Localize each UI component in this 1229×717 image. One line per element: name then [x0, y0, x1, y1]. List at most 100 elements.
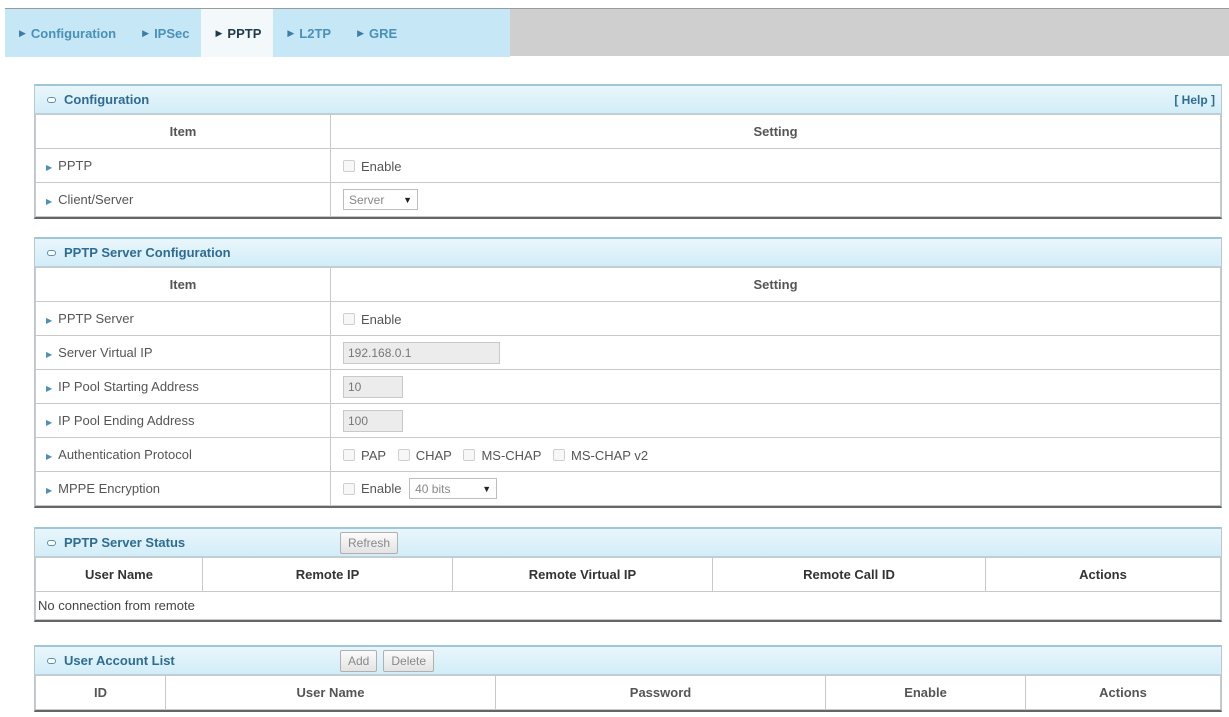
- bullet-arrow-icon: ▶: [46, 163, 53, 172]
- server-status-table: User Name Remote IP Remote Virtual IP Re…: [35, 557, 1221, 620]
- row-setting: Enable 40 bits ▼: [330, 471, 1221, 506]
- column-header-id: ID: [35, 675, 166, 710]
- row-setting: Server ▼: [330, 182, 1221, 217]
- column-header-remote-virtual-ip: Remote Virtual IP: [452, 557, 713, 592]
- column-header-actions: Actions: [1025, 675, 1221, 710]
- table-row: ▶ PPTP Server Enable: [35, 301, 1221, 336]
- server-configuration-table: Item Setting ▶ PPTP Server Enable ▶ Server…: [35, 267, 1221, 506]
- mppe-enable-checkbox[interactable]: [343, 482, 355, 495]
- column-header-user-name: User Name: [165, 675, 496, 710]
- checkbox-label: CHAP: [415, 447, 452, 463]
- panel-header: Configuration [ Help ]: [35, 84, 1221, 114]
- caret-right-icon: ▶: [142, 27, 150, 38]
- table-row: ▶ MPPE Encryption Enable 40 bits ▼: [35, 471, 1221, 506]
- pptp-enable-checkbox[interactable]: [343, 160, 355, 173]
- pptp-server-status-panel: PPTP Server Status Refresh User Name Rem…: [34, 527, 1222, 622]
- panel-title: PPTP Server Configuration: [64, 245, 231, 260]
- bullet-arrow-icon: ▶: [46, 350, 53, 359]
- row-label: ▶ IP Pool Ending Address: [35, 403, 331, 438]
- row-setting: PAP CHAP MS-CHAP MS-CHAP v2: [330, 437, 1221, 472]
- row-label: ▶ Server Virtual IP: [35, 335, 331, 370]
- row-setting: Enable: [330, 148, 1221, 183]
- column-header-setting: Setting: [330, 114, 1221, 149]
- table-row: ▶ PPTP Enable: [35, 148, 1221, 183]
- bullet-arrow-icon: ▶: [46, 452, 53, 461]
- configuration-panel: Configuration [ Help ] Item Setting ▶ PPT…: [34, 84, 1222, 219]
- panel-actions: Add Delete: [340, 650, 435, 672]
- tab-ipsec[interactable]: ▶ IPSec: [128, 9, 201, 57]
- help-link[interactable]: [ Help ]: [1174, 93, 1215, 107]
- caret-right-icon: ▶: [287, 27, 295, 38]
- collapse-icon[interactable]: [47, 539, 56, 546]
- tab-label: Configuration: [30, 25, 117, 41]
- delete-button[interactable]: Delete: [383, 650, 435, 672]
- checkbox-label: Enable: [361, 481, 402, 496]
- table-row: ▶ IP Pool Starting Address 10: [35, 369, 1221, 404]
- add-button[interactable]: Add: [340, 650, 378, 672]
- configuration-table: Item Setting ▶ PPTP Enable ▶ Client/Server…: [35, 114, 1221, 217]
- collapse-icon[interactable]: [47, 96, 56, 103]
- checkbox-label: Enable: [361, 311, 402, 327]
- ms-chap-checkbox[interactable]: [463, 449, 476, 462]
- pptp-server-configuration-panel: PPTP Server Configuration Item Setting ▶…: [34, 237, 1222, 508]
- tab-label: L2TP: [299, 25, 332, 41]
- caret-right-icon: ▶: [215, 27, 223, 38]
- row-label: ▶ PPTP: [35, 148, 331, 183]
- caret-right-icon: ▶: [357, 27, 365, 38]
- column-header-user-name: User Name: [35, 557, 203, 592]
- panel-actions: Refresh: [340, 532, 399, 554]
- checkbox-label: MS-CHAP v2: [571, 447, 649, 463]
- bullet-arrow-icon: ▶: [46, 316, 53, 325]
- tab-l2tp[interactable]: ▶ L2TP: [273, 9, 343, 57]
- table-row: ▶ Server Virtual IP 192.168.0.1: [35, 335, 1221, 370]
- bullet-arrow-icon: ▶: [46, 197, 53, 206]
- pptp-server-enable-checkbox[interactable]: [343, 313, 355, 326]
- bullet-arrow-icon: ▶: [46, 418, 53, 427]
- row-setting: Enable: [330, 301, 1221, 336]
- panel-title: User Account List: [64, 653, 175, 668]
- bullet-arrow-icon: ▶: [46, 486, 53, 495]
- dropdown-arrow-icon: ▼: [482, 483, 492, 494]
- caret-right-icon: ▶: [19, 27, 26, 38]
- panel-header: PPTP Server Status Refresh: [35, 527, 1221, 557]
- server-virtual-ip-input[interactable]: 192.168.0.1: [343, 341, 500, 364]
- column-header-item: Item: [35, 267, 331, 302]
- tab-label: IPSec: [154, 25, 190, 41]
- empty-status-message: No connection from remote: [35, 591, 1221, 620]
- tab-configuration[interactable]: ▶ Configuration: [5, 9, 128, 57]
- tab-gre[interactable]: ▶ GRE: [343, 9, 409, 57]
- checkbox-label: MS-CHAP: [481, 447, 542, 463]
- ms-chap-v2-checkbox[interactable]: [553, 449, 566, 462]
- ip-pool-end-input[interactable]: 100: [343, 409, 403, 432]
- panel-title: Configuration: [64, 92, 150, 107]
- column-header-item: Item: [35, 114, 331, 149]
- row-setting: 100: [330, 403, 1221, 438]
- column-header-remote-call-id: Remote Call ID: [712, 557, 986, 592]
- row-label: ▶ Client/Server: [35, 182, 331, 217]
- checkbox-label: Enable: [361, 158, 402, 174]
- tab-label: PPTP: [227, 25, 262, 41]
- row-label: ▶ IP Pool Starting Address: [35, 369, 331, 404]
- mppe-bits-select[interactable]: 40 bits ▼: [409, 478, 498, 499]
- collapse-icon[interactable]: [47, 249, 56, 256]
- column-header-actions: Actions: [985, 557, 1221, 592]
- collapse-icon[interactable]: [47, 657, 56, 664]
- panel-header: PPTP Server Configuration: [35, 237, 1221, 267]
- tab-pptp[interactable]: ▶ PPTP: [201, 9, 274, 57]
- chap-checkbox[interactable]: [397, 449, 410, 462]
- dropdown-arrow-icon: ▼: [403, 194, 412, 205]
- bullet-arrow-icon: ▶: [46, 384, 53, 393]
- column-header-password: Password: [495, 675, 826, 710]
- row-label: ▶ MPPE Encryption: [35, 471, 331, 506]
- client-server-select[interactable]: Server ▼: [343, 189, 418, 210]
- column-header-enable: Enable: [825, 675, 1026, 710]
- table-row: ▶ Client/Server Server ▼: [35, 182, 1221, 217]
- user-account-list-panel: User Account List Add Delete ID User Nam…: [34, 645, 1222, 712]
- pap-checkbox[interactable]: [343, 449, 355, 462]
- column-header-remote-ip: Remote IP: [202, 557, 453, 592]
- table-row: No connection from remote: [35, 591, 1221, 620]
- tab-strip: ▶ Configuration ▶ IPSec ▶ PPTP ▶ L2TP ▶ …: [5, 9, 510, 57]
- tab-label: GRE: [369, 25, 398, 41]
- refresh-button[interactable]: Refresh: [340, 532, 399, 554]
- ip-pool-start-input[interactable]: 10: [343, 375, 403, 398]
